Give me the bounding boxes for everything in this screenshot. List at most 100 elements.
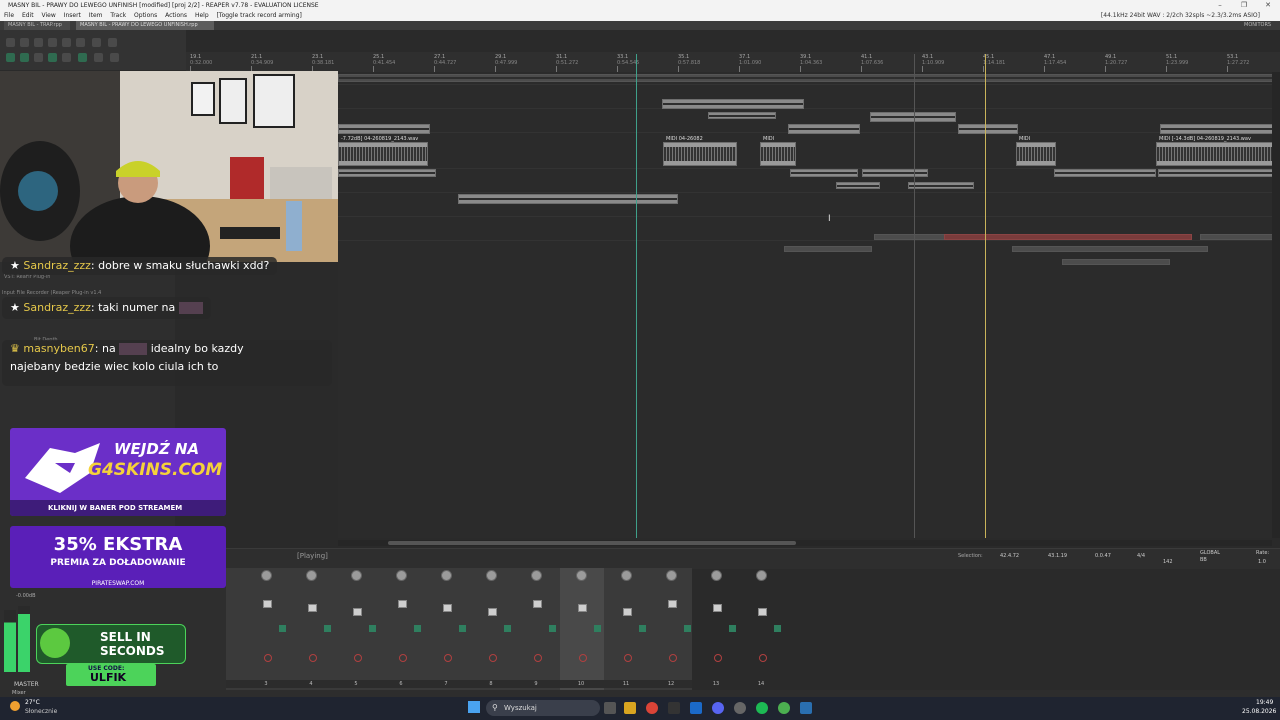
record-arm-button[interactable] <box>444 654 452 662</box>
record-arm-button[interactable] <box>534 654 542 662</box>
tool-icon[interactable] <box>110 53 119 62</box>
media-item[interactable] <box>338 124 430 134</box>
fx-button[interactable] <box>774 625 781 632</box>
media-item[interactable] <box>1160 124 1274 134</box>
volume-fader[interactable] <box>353 608 362 616</box>
menu-insert[interactable]: Insert <box>64 12 81 19</box>
weather-icon[interactable] <box>10 701 20 711</box>
minimize-button[interactable]: – <box>1208 0 1232 11</box>
record-arm-button[interactable] <box>489 654 497 662</box>
file-explorer-icon[interactable] <box>624 702 636 714</box>
lock-icon[interactable] <box>94 53 103 62</box>
pan-knob[interactable] <box>486 570 497 581</box>
timeline-ruler[interactable]: 19.1 0:32.000 21.1 0:34.909 23.1 0:38.181 25.1… <box>186 52 1280 73</box>
reaper-icon[interactable] <box>800 702 812 714</box>
menu-edit[interactable]: Edit <box>22 12 34 19</box>
selection-start[interactable]: 42.4.72 <box>1000 553 1019 559</box>
fx-button[interactable] <box>414 625 421 632</box>
fx-button[interactable] <box>729 625 736 632</box>
horizontal-scroll-thumb[interactable] <box>388 541 796 545</box>
media-item[interactable] <box>458 194 678 204</box>
media-item[interactable] <box>708 112 776 119</box>
media-item[interactable] <box>874 234 946 240</box>
record-arm-button[interactable] <box>264 654 272 662</box>
close-button[interactable]: ✕ <box>1256 0 1280 11</box>
record-arm-button[interactable] <box>669 654 677 662</box>
edit-cursor[interactable] <box>985 54 986 538</box>
grid-icon[interactable] <box>108 38 117 47</box>
fx-button[interactable] <box>369 625 376 632</box>
volume-fader[interactable] <box>758 608 767 616</box>
fx-button[interactable] <box>639 625 646 632</box>
media-item[interactable]: MIDI <box>760 136 796 166</box>
vertical-scrollbar[interactable] <box>1272 72 1280 538</box>
time-signature[interactable]: 4/4 <box>1137 553 1145 559</box>
g4skins-banner[interactable]: WEJDŹ NA G4SKINS.COM KLIKNIJ W BANER POD… <box>10 428 226 516</box>
menu-actions[interactable]: Actions <box>165 12 187 19</box>
fx-button[interactable] <box>549 625 556 632</box>
menu-file[interactable]: File <box>4 12 14 19</box>
snap-icon[interactable] <box>20 53 29 62</box>
record-arm-button[interactable] <box>759 654 767 662</box>
pirateswap-banner[interactable]: 35% EKSTRA PREMIA ZA DOŁADOWANIE PIRATES… <box>10 526 226 588</box>
record-arm-button[interactable] <box>354 654 362 662</box>
windows-start-icon[interactable] <box>468 701 480 713</box>
selection-length[interactable]: 0.0.47 <box>1095 553 1111 559</box>
clock-time[interactable]: 19:49 <box>1256 699 1273 706</box>
media-item[interactable] <box>790 169 858 177</box>
arrange-view[interactable]: -7.72dB] 04-260819_2143.wav MIDI 04-2608… <box>338 72 1274 538</box>
tempo-bpm[interactable]: 142 <box>1163 559 1173 565</box>
pan-knob[interactable] <box>711 570 722 581</box>
fx-button[interactable] <box>279 625 286 632</box>
record-arm-button[interactable] <box>579 654 587 662</box>
volume-fader[interactable] <box>443 604 452 612</box>
audio-status[interactable]: [44.1kHz 24bit WAV : 2/2ch 32spls ~2.3/3… <box>1101 11 1260 21</box>
obs-icon[interactable] <box>734 702 746 714</box>
pan-knob[interactable] <box>756 570 767 581</box>
fx-button[interactable] <box>324 625 331 632</box>
fx-button[interactable] <box>459 625 466 632</box>
autocrossfade-icon[interactable] <box>34 53 43 62</box>
media-item[interactable] <box>958 124 1018 134</box>
volume-fader[interactable] <box>308 604 317 612</box>
selection-end[interactable]: 43.1.19 <box>1048 553 1067 559</box>
pan-knob[interactable] <box>621 570 632 581</box>
weather-desc[interactable]: Słonecznie <box>25 708 57 715</box>
rate-value[interactable]: 1.0 <box>1258 559 1266 565</box>
pan-knob[interactable] <box>666 570 677 581</box>
new-project-icon[interactable] <box>6 38 15 47</box>
volume-fader[interactable] <box>488 608 497 616</box>
media-item[interactable]: MIDI <box>1016 136 1056 166</box>
media-item[interactable]: -7.72dB] 04-260819_2143.wav <box>338 136 428 166</box>
redo-icon[interactable] <box>76 38 85 47</box>
app-icon[interactable] <box>668 702 680 714</box>
discord-icon[interactable] <box>712 702 724 714</box>
fx-button[interactable] <box>684 625 691 632</box>
media-item[interactable]: MIDI [-14.3dB] 04-260819_2143.wav <box>1156 136 1274 166</box>
project-tab-2[interactable]: MASNY BIL - PRAWY DO LEWEGO UNFINISH.rpp <box>76 21 214 30</box>
menu-track[interactable]: Track <box>110 12 126 19</box>
ripple-icon[interactable] <box>6 53 15 62</box>
project-settings-icon[interactable] <box>48 38 57 47</box>
fx-button[interactable] <box>504 625 511 632</box>
envelope-lock-icon[interactable] <box>48 53 57 62</box>
media-item[interactable]: MIDI 04-26082 <box>663 136 737 166</box>
volume-fader[interactable] <box>623 608 632 616</box>
media-item[interactable] <box>836 182 880 189</box>
browser-icon[interactable] <box>778 702 790 714</box>
media-item[interactable] <box>1158 169 1274 177</box>
project-tab-1[interactable]: MASNY BIL - TRAP.rpp <box>4 21 70 30</box>
pan-knob[interactable] <box>441 570 452 581</box>
media-item[interactable] <box>784 246 872 252</box>
grouping-icon[interactable] <box>62 53 71 62</box>
volume-fader[interactable] <box>713 604 722 612</box>
media-item[interactable] <box>1054 169 1156 177</box>
pan-knob[interactable] <box>396 570 407 581</box>
taskbar-search[interactable]: ⚲ Wyszukaj <box>486 700 600 716</box>
media-item[interactable] <box>338 169 436 177</box>
task-view-icon[interactable] <box>604 702 616 714</box>
media-item[interactable] <box>338 74 1274 82</box>
menu-help[interactable]: Help <box>195 12 209 19</box>
pan-knob[interactable] <box>576 570 587 581</box>
menu-item[interactable]: Item <box>89 12 103 19</box>
